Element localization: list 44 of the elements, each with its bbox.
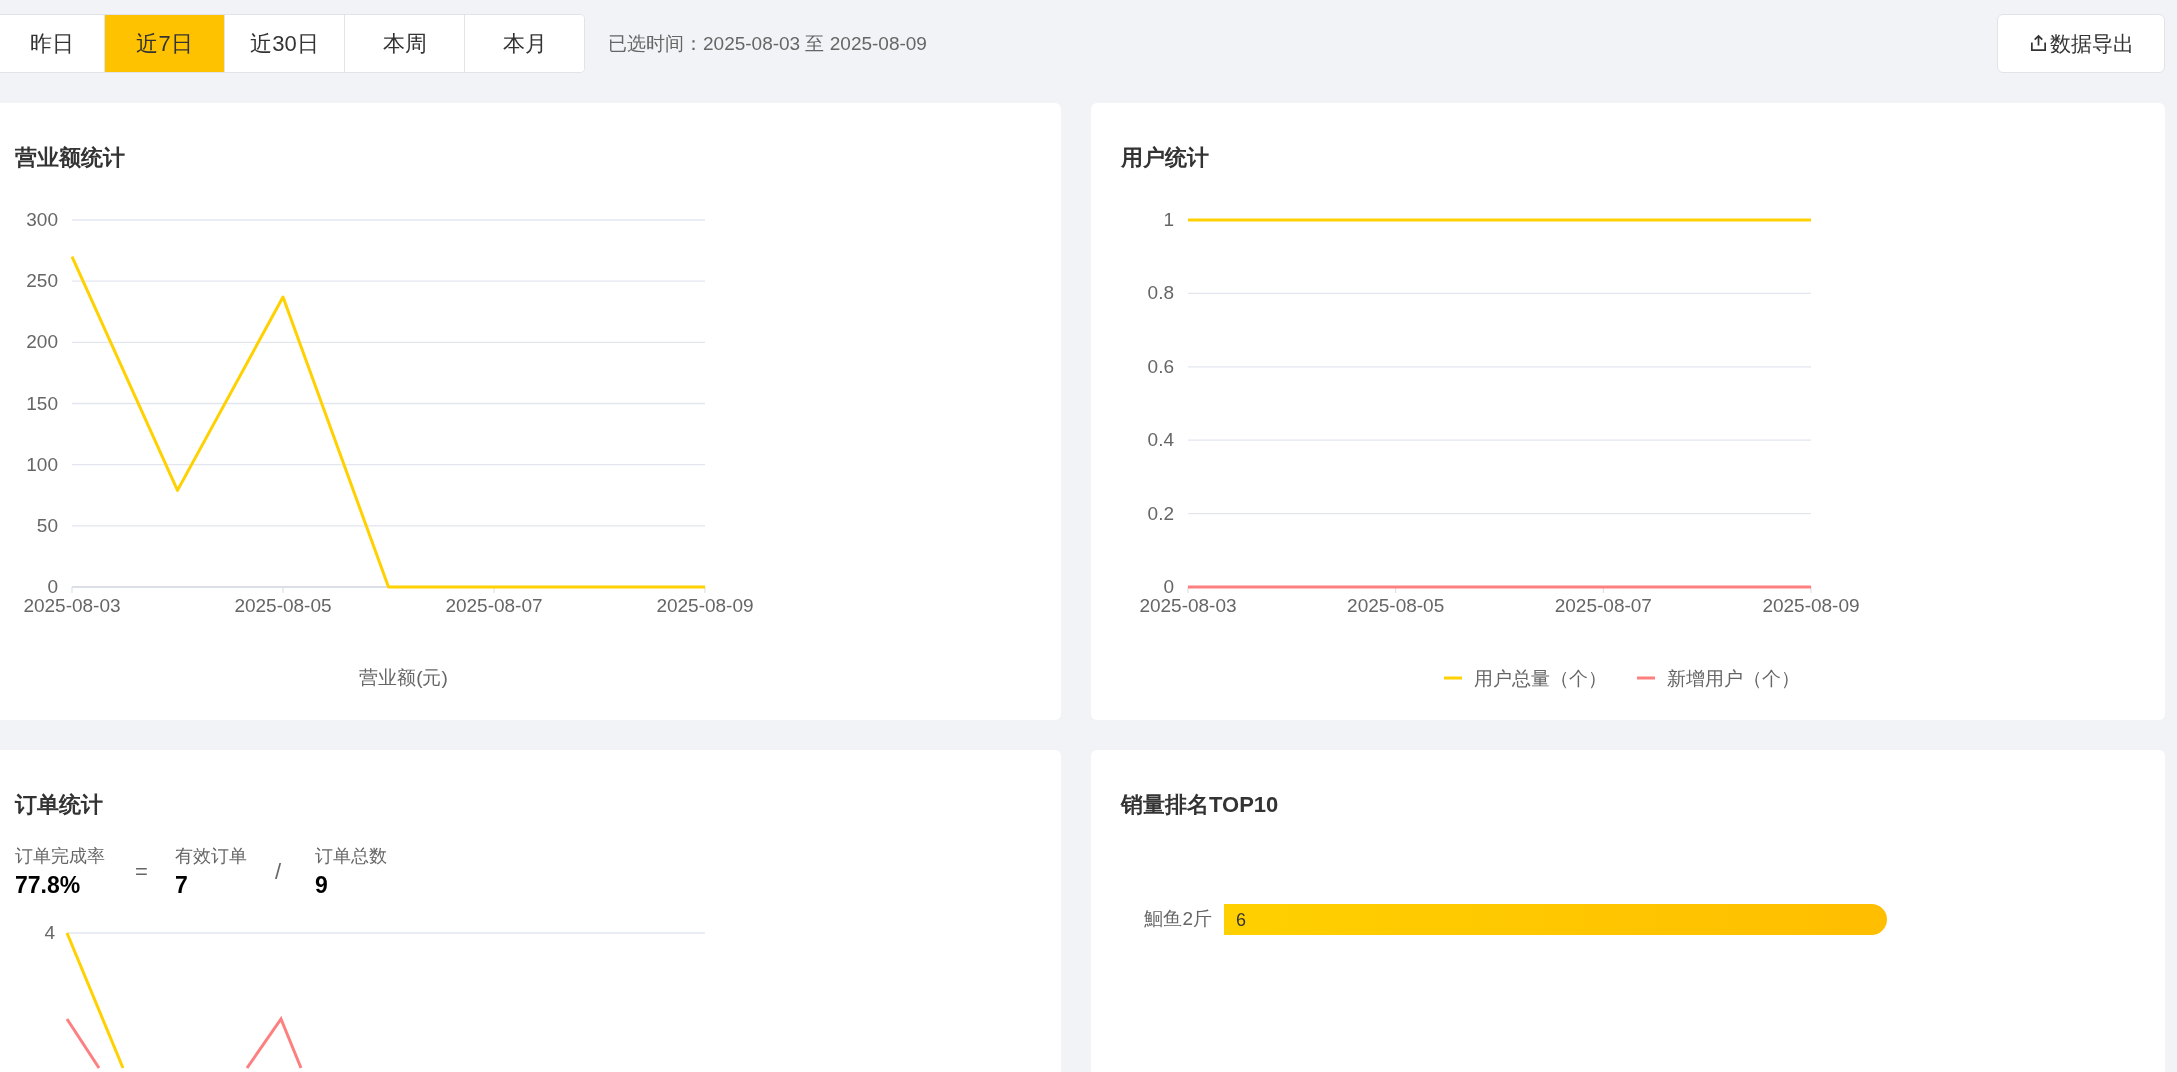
- axis-tick-label: 0: [47, 576, 58, 597]
- card-title: 订单统计: [13, 791, 104, 819]
- axis-tick-label: 50: [36, 514, 58, 536]
- axis-tick-label: 0.8: [1147, 282, 1174, 304]
- period-tab[interactable]: 近7日: [104, 15, 224, 72]
- operator-sign: /: [275, 859, 283, 885]
- date-range-text: 已选时间：2025-08-03 至 2025-08-09: [608, 31, 927, 56]
- bar-value-label: 6: [1236, 910, 1246, 930]
- axis-tick-label: 200: [26, 331, 58, 353]
- axis-tick-label: 100: [26, 453, 58, 475]
- card-title: 用户统计: [1120, 144, 1210, 172]
- axis-tick-label: 0.6: [1147, 355, 1174, 377]
- legend-label[interactable]: 新增用户（个）: [1667, 668, 1800, 689]
- stat-value: 9: [315, 871, 328, 900]
- stat-label: 有效订单: [175, 845, 247, 868]
- axis-tick-label: 150: [26, 392, 58, 414]
- card-title: 营业额统计: [14, 144, 126, 172]
- upload-icon: [2028, 34, 2048, 53]
- stat-label: 订单总数: [315, 845, 387, 868]
- axis-tick-label: 1: [1163, 209, 1174, 230]
- axis-tick-label: 0: [1163, 576, 1174, 597]
- axis-tick-label: 0.4: [1147, 429, 1174, 451]
- axis-tick-label: 250: [26, 270, 58, 292]
- axis-tick-label: 2025-08-05: [1347, 595, 1445, 616]
- operator-sign: =: [135, 859, 149, 885]
- axis-tick-label: 2025-08-03: [23, 595, 121, 616]
- axis-tick-label: 0.2: [1147, 502, 1174, 524]
- axis-tick-label: 2025-08-07: [1554, 595, 1652, 616]
- export-button[interactable]: 数据导出: [1997, 14, 2165, 73]
- stat-value: 7: [175, 871, 188, 900]
- axis-title: 营业额(元): [359, 667, 448, 688]
- axis-tick-label: 300: [26, 209, 58, 230]
- card-title: 销量排名TOP10: [1119, 791, 1280, 819]
- period-tab[interactable]: 本月: [464, 15, 584, 72]
- axis-tick-label: 4: [44, 922, 55, 943]
- axis-tick-label: 2025-08-03: [1139, 595, 1237, 616]
- axis-tick-label: 2025-08-05: [234, 595, 332, 616]
- legend-label[interactable]: 用户总量（个）: [1474, 668, 1607, 689]
- category-label: 鮰鱼2斤: [1144, 908, 1212, 929]
- stat-value: 77.8%: [15, 871, 81, 900]
- axis-tick-label: 2025-08-07: [445, 595, 543, 616]
- stat-label: 订单完成率: [15, 845, 105, 868]
- axis-tick-label: 2025-08-09: [656, 595, 754, 616]
- axis-tick-label: 2025-08-09: [1762, 595, 1860, 616]
